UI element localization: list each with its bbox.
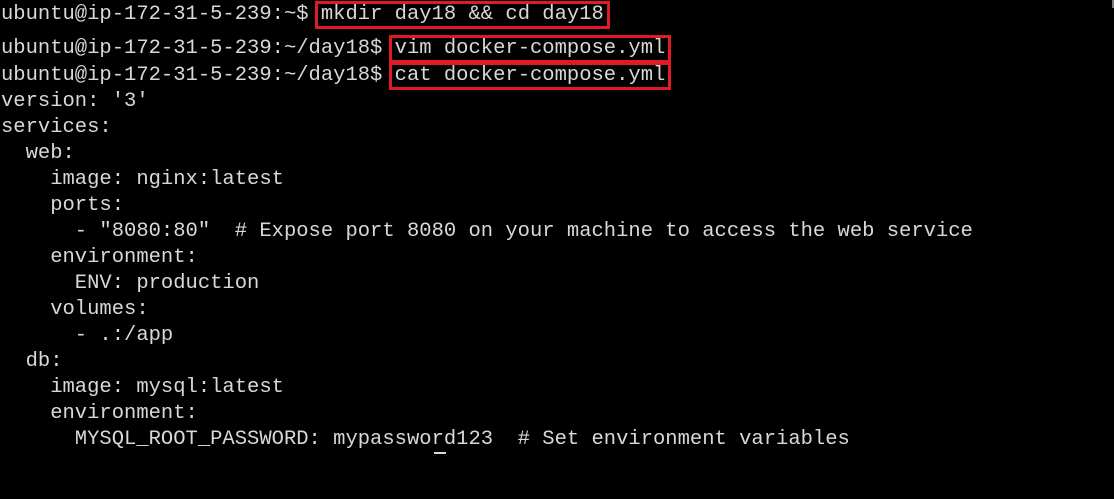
text-cursor [434,452,446,454]
highlighted-command: vim docker-compose.yml [388,35,672,63]
shell-prompt: ubuntu@ip-172-31-5-239:~/day18$ [1,64,395,87]
command-line: ubuntu@ip-172-31-5-239:~/day18$ vim dock… [1,35,672,63]
command-text: vim docker-compose.yml [394,37,666,60]
output-line: image: mysql:latest [1,376,284,399]
highlighted-command: cat docker-compose.yml [388,62,672,90]
output-line: - .:/app [1,324,174,347]
command-line: ubuntu@ip-172-31-5-239:~/day18$ cat dock… [1,62,672,90]
command-text: mkdir day18 && cd day18 [320,3,604,26]
output-line: environment: [1,246,198,269]
output-line: - "8080:80" # Expose port 8080 on your m… [1,220,973,243]
terminal-window[interactable]: ubuntu@ip-172-31-5-239:~$ mkdir day18 &&… [0,0,1114,499]
command-text: cat docker-compose.yml [394,64,666,87]
output-line: volumes: [1,298,149,321]
shell-prompt: ubuntu@ip-172-31-5-239:~$ [1,3,321,26]
output-line: version: '3' [1,90,149,113]
output-line: web: [1,142,75,165]
highlighted-command: mkdir day18 && cd day18 [314,1,610,29]
output-line: db: [1,350,63,373]
output-line: environment: [1,402,198,425]
command-line: ubuntu@ip-172-31-5-239:~$ mkdir day18 &&… [1,1,610,29]
output-line: image: nginx:latest [1,168,284,191]
output-line: services: [1,116,112,139]
output-line: ports: [1,194,125,217]
shell-prompt: ubuntu@ip-172-31-5-239:~/day18$ [1,37,395,60]
output-line: MYSQL_ROOT_PASSWORD: mypassword123 # Set… [1,428,850,451]
output-line: ENV: production [1,272,260,295]
